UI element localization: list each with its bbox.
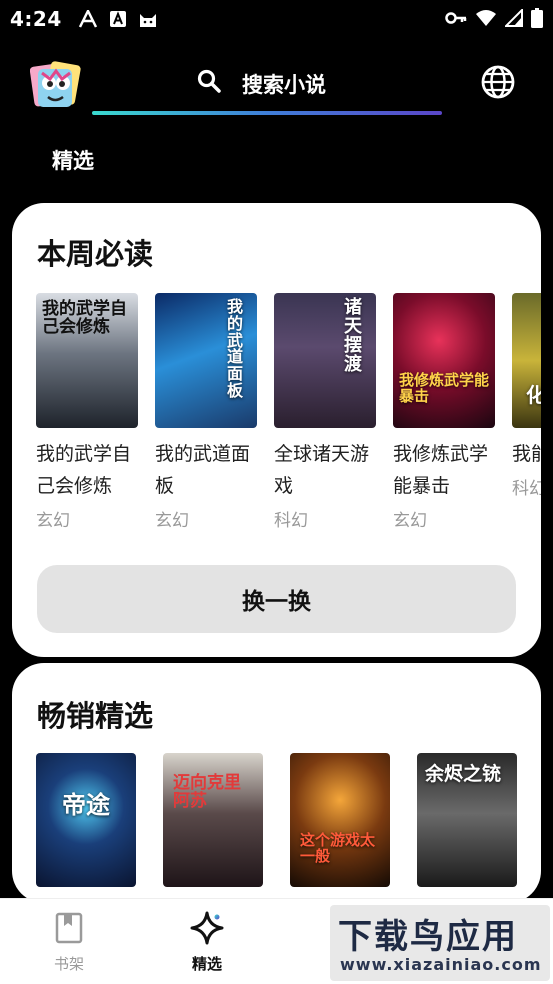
book-genre: 科幻 xyxy=(274,511,308,531)
search-label: 搜索小说 xyxy=(242,73,326,97)
book-cover[interactable]: 迈向克里阿苏 xyxy=(163,753,263,887)
book-title[interactable]: 我的武道面板 xyxy=(155,438,263,502)
book-item[interactable]: 诸天摆渡 全球诸天游戏 科幻 xyxy=(274,293,376,531)
signal-icon xyxy=(503,7,523,31)
nav-label: 书架 xyxy=(53,955,84,973)
watermark: 下载鸟应用 www.xiazainiao.com xyxy=(330,905,550,981)
book-cover[interactable]: 诸天摆渡 xyxy=(274,293,376,428)
book-item[interactable]: 我修炼武学能暴击 我修炼武学能暴击 玄幻 xyxy=(393,293,495,531)
cover-title: 迈向克里阿苏 xyxy=(173,773,241,811)
watermark-url: www.xiazainiao.com xyxy=(340,955,542,974)
wifi-icon xyxy=(475,9,497,31)
cover-title: 余烬之铳 xyxy=(425,763,502,785)
weekly-must-read-card: 本周必读 我的武学自己会修炼 我的武学自己会修炼 玄幻 我的武道面板 我的武道面… xyxy=(12,203,541,657)
cover-title: 我的武学自己会修炼 xyxy=(42,299,127,337)
book-list: 帝途 迈向克里阿苏 这个游戏太一般 余烬之铳 xyxy=(36,753,536,893)
book-title[interactable]: 我能万物 xyxy=(512,438,541,470)
search-underline xyxy=(92,111,442,115)
cat-icon xyxy=(138,10,158,28)
search-icon xyxy=(197,69,221,93)
cover-title: 我修炼武学能暴击 xyxy=(399,371,490,405)
book-genre: 科幻 xyxy=(512,479,541,499)
bookmark-book-icon xyxy=(52,911,86,945)
status-notification-icons xyxy=(78,10,158,28)
nav-label: 精选 xyxy=(191,955,222,973)
a-box-icon xyxy=(108,10,128,28)
accessibility-a-icon xyxy=(78,10,98,28)
book-cover[interactable]: 我的武道面板 xyxy=(155,293,257,428)
search-bar[interactable]: 搜索小说 xyxy=(92,55,442,115)
book-cover[interactable]: 帝途 xyxy=(36,753,136,887)
nav-bookshelf[interactable]: 书架 xyxy=(19,899,119,984)
top-header: 搜索小说 xyxy=(0,55,553,117)
app-logo-icon[interactable] xyxy=(29,59,82,109)
book-genre: 玄幻 xyxy=(155,511,189,531)
tab-featured[interactable]: 精选 xyxy=(52,145,94,175)
book-title[interactable]: 全球诸天游戏 xyxy=(274,438,382,502)
book-cover[interactable]: 我修炼武学能暴击 xyxy=(393,293,495,428)
status-bar: 4:24 xyxy=(0,0,553,38)
nav-featured[interactable]: 精选 xyxy=(157,899,257,984)
book-cover[interactable]: 这个游戏太一般 xyxy=(290,753,390,887)
cover-title: 我的武道面板 xyxy=(227,297,244,400)
section-title: 本周必读 xyxy=(37,237,154,271)
battery-icon xyxy=(531,8,543,32)
swap-button[interactable]: 换一换 xyxy=(37,565,516,633)
book-title[interactable]: 我的武学自己会修炼 xyxy=(36,438,144,502)
key-icon xyxy=(445,10,467,30)
book-cover[interactable]: 我的武学自己会修炼 xyxy=(36,293,138,428)
book-item[interactable]: 我的武道面板 我的武道面板 玄幻 xyxy=(155,293,257,531)
book-genre: 玄幻 xyxy=(36,511,70,531)
cover-title: 诸天摆渡 xyxy=(344,297,362,375)
book-genre: 玄幻 xyxy=(393,511,427,531)
watermark-text: 下载鸟应用 xyxy=(338,917,518,957)
status-system-icons xyxy=(445,7,543,32)
bestseller-card: 畅销精选 帝途 迈向克里阿苏 这个游戏太一般 余烬之铳 xyxy=(12,663,541,903)
cover-title: 帝途 xyxy=(62,791,110,819)
book-title[interactable]: 我修炼武学能暴击 xyxy=(393,438,501,502)
book-item[interactable]: 我的武学自己会修炼 我的武学自己会修炼 玄幻 xyxy=(36,293,138,531)
cover-title: 化 xyxy=(526,383,541,407)
book-cover[interactable]: 化 xyxy=(512,293,541,428)
sparkle-star-icon xyxy=(190,911,224,945)
book-cover[interactable]: 余烬之铳 xyxy=(417,753,517,887)
globe-icon[interactable] xyxy=(480,64,516,100)
book-list: 我的武学自己会修炼 我的武学自己会修炼 玄幻 我的武道面板 我的武道面板 玄幻 … xyxy=(36,293,541,543)
book-item[interactable]: 化 我能万物 科幻 xyxy=(512,293,541,499)
status-time: 4:24 xyxy=(10,7,62,31)
cover-title: 这个游戏太一般 xyxy=(300,831,376,865)
section-title: 畅销精选 xyxy=(37,699,154,733)
